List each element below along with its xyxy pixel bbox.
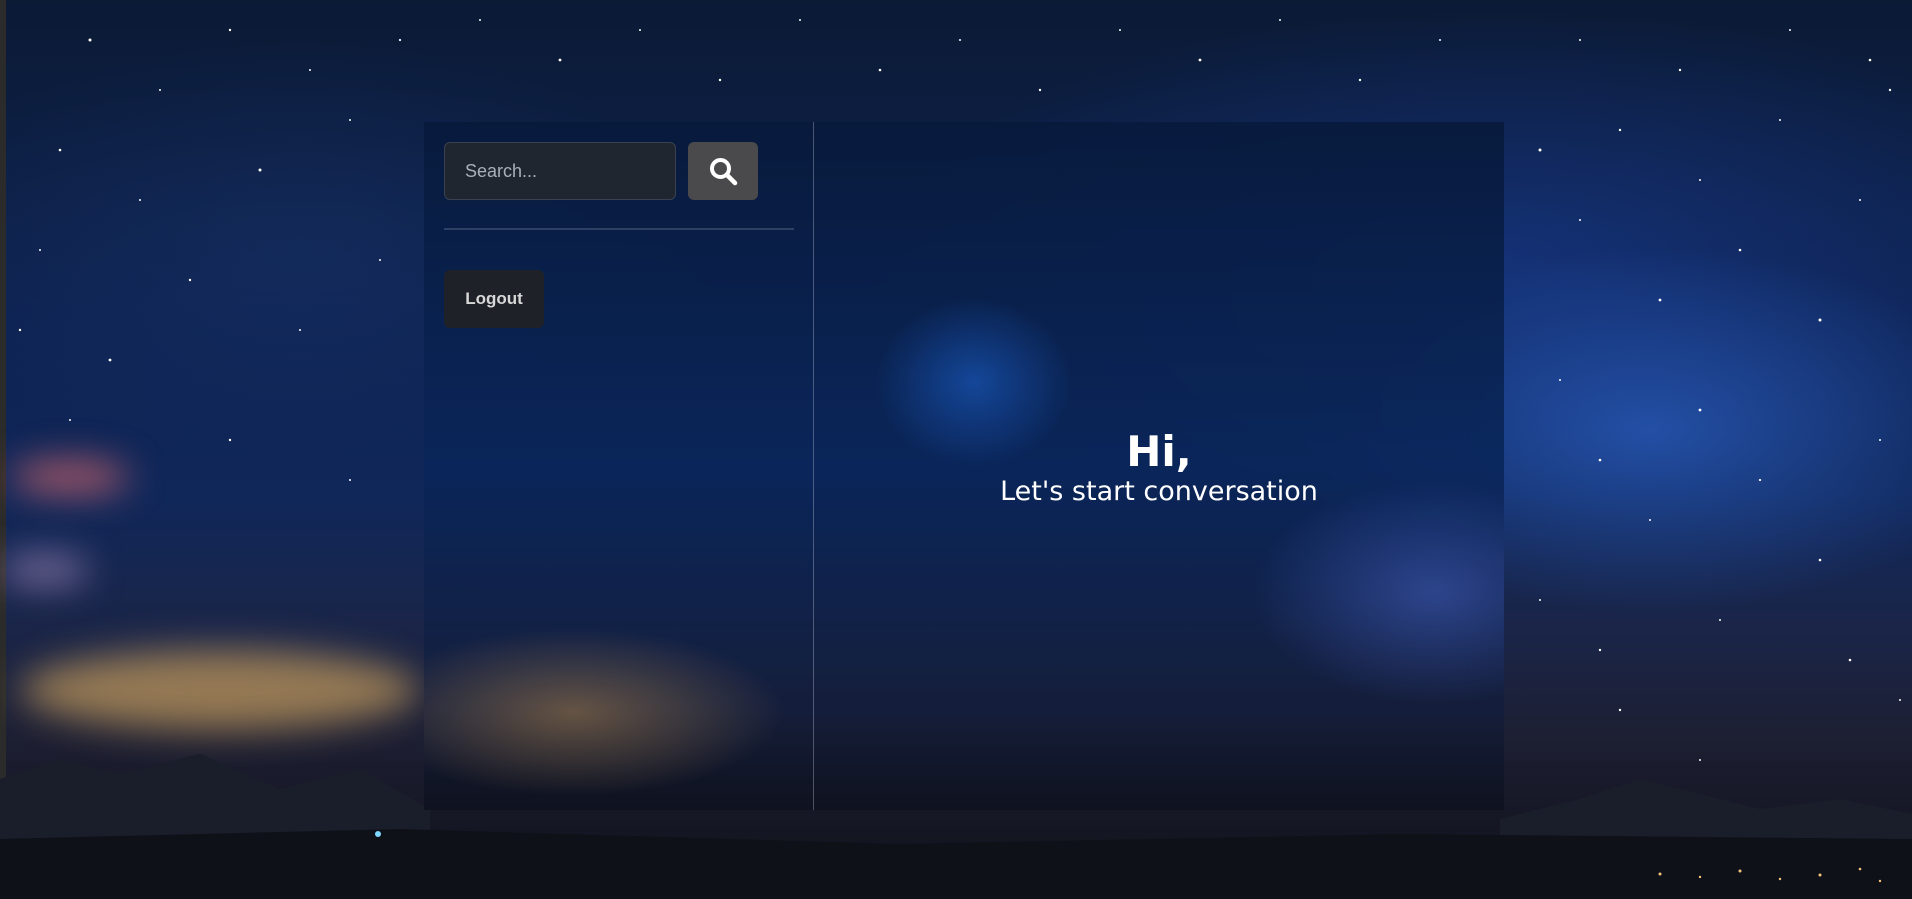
search-button[interactable] [688,142,758,200]
greeting-title: Hi, [1126,427,1192,476]
search-input[interactable] [444,142,676,200]
logout-button[interactable]: Logout [444,270,544,328]
chat-area: Hi, Let's start conversation [814,122,1504,810]
greeting-subtitle: Let's start conversation [1000,476,1318,507]
cloud-pink [10,460,130,494]
cloud-lavender [0,555,90,585]
sidebar-divider [444,228,794,230]
chat-app-panel: Logout Hi, Let's start conversation [424,122,1504,810]
search-row [444,142,793,200]
sidebar: Logout [424,122,814,810]
search-icon [710,158,738,186]
